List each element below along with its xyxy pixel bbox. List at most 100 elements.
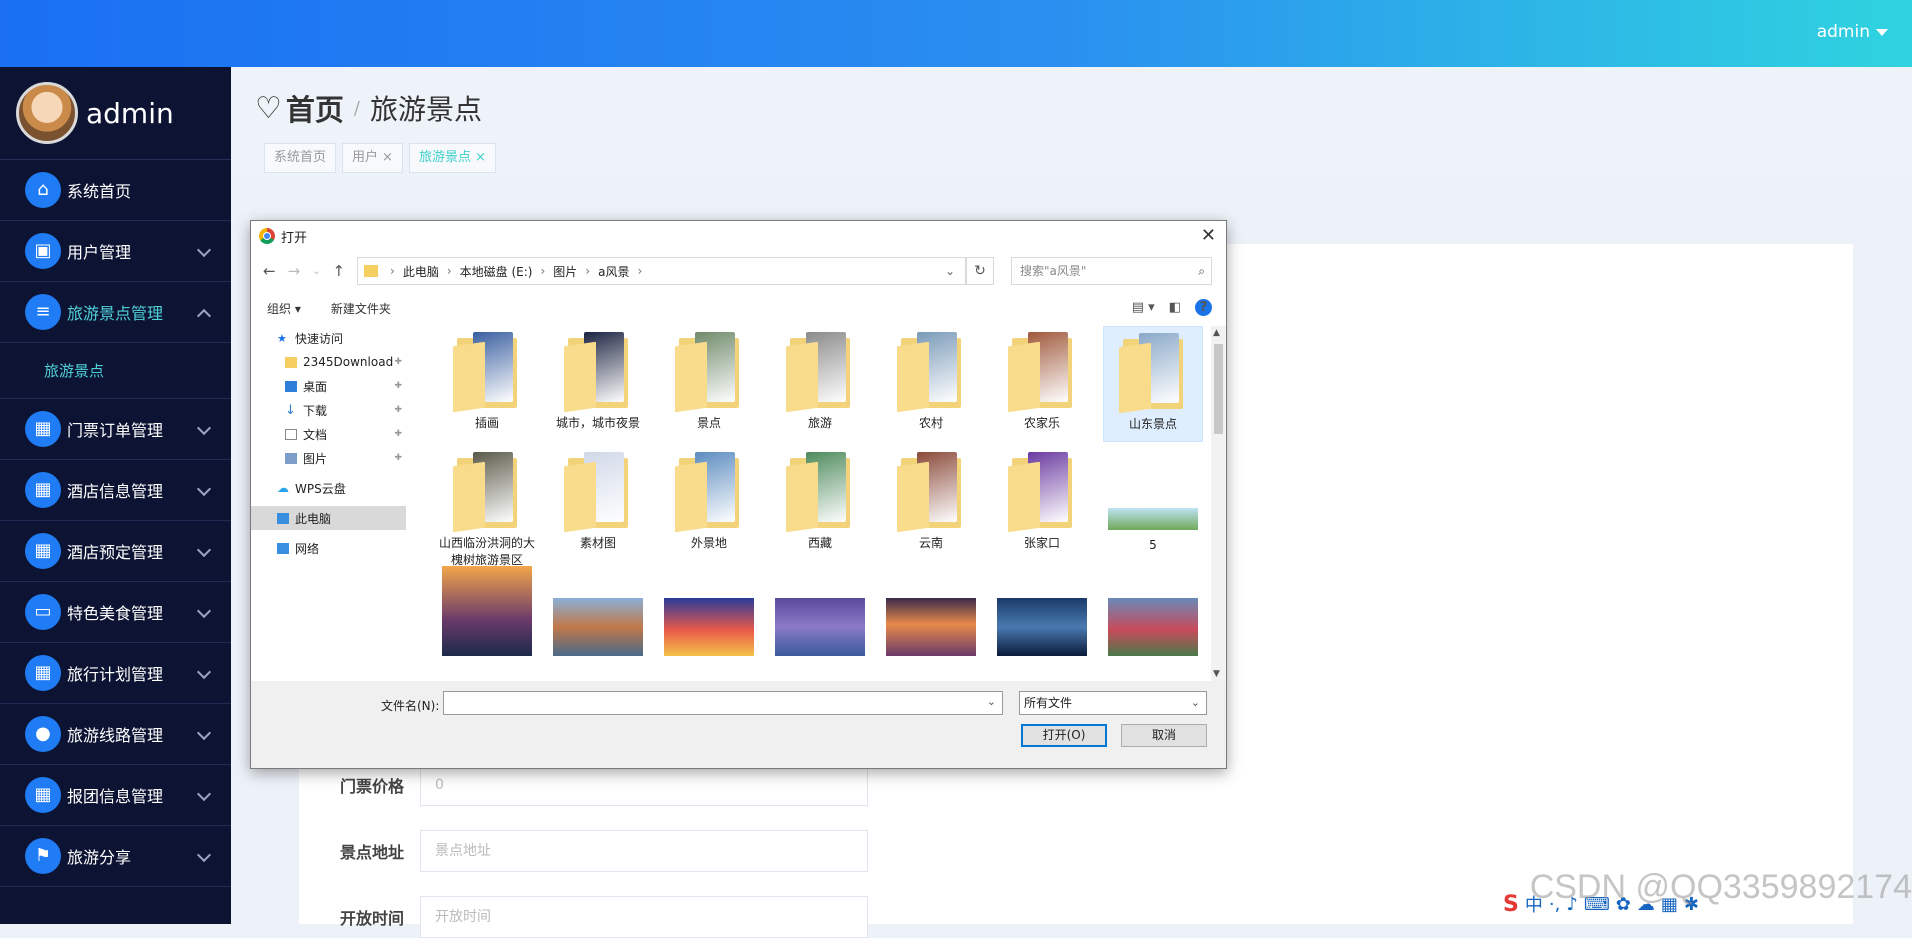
form-row-open-time: 开放时间 开放时间 <box>340 896 868 938</box>
sidebar-item-home[interactable]: ⌂ 系统首页 <box>0 160 231 221</box>
breadcrumb: ♡ 首页 / 旅游景点 <box>255 87 482 129</box>
sogou-icon[interactable]: S <box>1503 892 1519 917</box>
sidebar-item-ticket-orders[interactable]: ▦ 门票订单管理 <box>0 399 231 460</box>
recent-chevron-icon[interactable]: ⌄ <box>312 266 320 277</box>
submenu-attractions[interactable]: 旅游景点 <box>0 343 231 399</box>
folder-item[interactable]: 插画 <box>437 326 537 431</box>
folder-item-selected[interactable]: 山东景点 <box>1103 326 1203 442</box>
up-arrow-icon[interactable]: ↑ <box>333 262 346 280</box>
file-grid: 插画 城市，城市夜景 景点 旅游 农村 农家乐 山东景点 山西临汾洪洞的大槐树旅… <box>411 326 1211 681</box>
nav-item-wps-cloud[interactable]: ☁ WPS云盘 <box>251 476 406 500</box>
sidebar-item-share[interactable]: ⚑ 旅游分享 <box>0 826 231 887</box>
ticket-price-input[interactable]: 0 <box>420 764 868 806</box>
filename-label: 文件名(N): <box>381 699 440 713</box>
new-folder-button[interactable]: 新建文件夹 <box>331 300 391 317</box>
close-icon[interactable]: × <box>382 150 393 165</box>
document-icon <box>285 428 297 440</box>
pin-icon: ✚ <box>394 381 402 391</box>
folder-item[interactable]: 景点 <box>659 326 759 431</box>
image-item[interactable] <box>437 566 537 656</box>
nav-item-desktop[interactable]: 桌面 ✚ <box>251 374 406 398</box>
filename-input[interactable]: ⌄ <box>443 691 1003 715</box>
folder-item[interactable]: 山西临汾洪洞的大槐树旅游景区 <box>437 446 537 568</box>
image-item[interactable] <box>659 566 759 656</box>
nav-item-downloads[interactable]: ↓ 下载 ✚ <box>251 398 406 422</box>
chevron-down-icon <box>196 603 212 619</box>
close-icon[interactable]: ✕ <box>1201 225 1216 246</box>
scroll-up-icon[interactable]: ▲ <box>1213 328 1220 338</box>
folder-icon <box>786 452 854 533</box>
network-icon <box>277 542 289 554</box>
folder-item[interactable]: 西藏 <box>770 446 870 551</box>
back-arrow-icon[interactable]: ← <box>263 262 276 280</box>
search-input[interactable]: 搜索"a风景" ⌕ <box>1011 257 1212 285</box>
chevron-down-icon[interactable]: ⌄ <box>945 264 955 278</box>
address-input[interactable]: 景点地址 <box>420 830 868 872</box>
sidebar-item-hotel-info[interactable]: ▦ 酒店信息管理 <box>0 460 231 521</box>
help-icon[interactable]: ? <box>1195 299 1212 316</box>
refresh-icon[interactable]: ↻ <box>966 257 994 285</box>
user-menu[interactable]: admin <box>1817 22 1888 42</box>
nav-item-this-pc[interactable]: 此电脑 <box>251 506 406 530</box>
path-segment[interactable]: 此电脑 <box>403 263 439 280</box>
open-time-input[interactable]: 开放时间 <box>420 896 868 938</box>
tab-attractions[interactable]: 旅游景点 × <box>408 143 496 173</box>
breadcrumb-home[interactable]: 首页 <box>286 87 344 129</box>
dialog-footer: 文件名(N): ⌄ 所有文件 ⌄ 打开(O) 取消 <box>251 681 1226 768</box>
image-item[interactable] <box>881 566 981 656</box>
sidebar-item-hotel-booking[interactable]: ▦ 酒店预定管理 <box>0 521 231 582</box>
tab-users[interactable]: 用户 × <box>342 143 403 173</box>
vertical-scrollbar[interactable]: ▲ ▼ <box>1211 326 1226 681</box>
folder-item[interactable]: 张家口 <box>992 446 1092 551</box>
image-thumbnail <box>442 566 532 656</box>
scrollbar-thumb[interactable] <box>1214 344 1223 434</box>
sidebar-item-users[interactable]: ▣ 用户管理 <box>0 221 231 282</box>
nav-item-pictures[interactable]: 图片 ✚ <box>251 446 406 470</box>
image-item[interactable] <box>1103 566 1203 656</box>
preview-pane-icon[interactable]: ◧ <box>1169 300 1181 315</box>
image-item[interactable]: 5 <box>1103 446 1203 552</box>
nav-item-network[interactable]: 网络 <box>251 536 406 560</box>
image-thumbnail <box>886 598 976 656</box>
organize-button[interactable]: 组织 ▾ <box>267 300 301 317</box>
breadcrumb-separator: / <box>353 97 360 119</box>
image-thumbnail <box>997 598 1087 656</box>
filetype-select[interactable]: 所有文件 ⌄ <box>1019 691 1207 715</box>
sidebar-item-attractions[interactable]: ≡ 旅游景点管理 <box>0 282 231 343</box>
image-item[interactable] <box>992 566 1092 656</box>
folder-item[interactable]: 云南 <box>881 446 981 551</box>
image-item[interactable] <box>770 566 870 656</box>
folder-item[interactable]: 农村 <box>881 326 981 431</box>
view-options-icon[interactable]: ▤ ▾ <box>1132 300 1155 315</box>
sidebar-item-travel-plan[interactable]: ▦ 旅行计划管理 <box>0 643 231 704</box>
path-segment[interactable]: a风景 <box>598 263 629 280</box>
close-icon[interactable]: × <box>475 150 486 165</box>
sidebar-item-routes[interactable]: ● 旅游线路管理 <box>0 704 231 765</box>
tab-home[interactable]: 系统首页 <box>264 143 337 173</box>
forward-arrow-icon[interactable]: → <box>288 262 301 280</box>
folder-item[interactable]: 素材图 <box>548 446 648 551</box>
folder-icon <box>453 332 521 413</box>
avatar <box>16 82 78 144</box>
chevron-down-icon <box>196 847 212 863</box>
chevron-down-icon <box>196 420 212 436</box>
path-segment[interactable]: 本地磁盘 (E:) <box>460 263 533 280</box>
pictures-icon <box>285 452 297 464</box>
nav-item-documents[interactable]: 文档 ✚ <box>251 422 406 446</box>
folder-item[interactable]: 城市，城市夜景 <box>548 326 648 431</box>
nav-item-2345download[interactable]: 2345Download ✚ <box>251 350 406 374</box>
open-button[interactable]: 打开(O) <box>1021 724 1107 747</box>
nav-item-quick-access[interactable]: ★ 快速访问 <box>251 326 406 350</box>
sidebar-item-food[interactable]: ▭ 特色美食管理 <box>0 582 231 643</box>
image-thumbnail <box>1108 598 1198 656</box>
cancel-button[interactable]: 取消 <box>1121 724 1207 747</box>
address-bar[interactable]: › 此电脑 › 本地磁盘 (E:) › 图片 › a风景 › ⌄ <box>357 257 966 285</box>
chevron-down-icon[interactable]: ⌄ <box>987 695 996 708</box>
image-item[interactable] <box>548 566 648 656</box>
scroll-down-icon[interactable]: ▼ <box>1213 669 1220 679</box>
folder-item[interactable]: 旅游 <box>770 326 870 431</box>
path-segment[interactable]: 图片 <box>553 263 577 280</box>
folder-item[interactable]: 农家乐 <box>992 326 1092 431</box>
sidebar-item-group-tours[interactable]: ▦ 报团信息管理 <box>0 765 231 826</box>
folder-item[interactable]: 外景地 <box>659 446 759 551</box>
